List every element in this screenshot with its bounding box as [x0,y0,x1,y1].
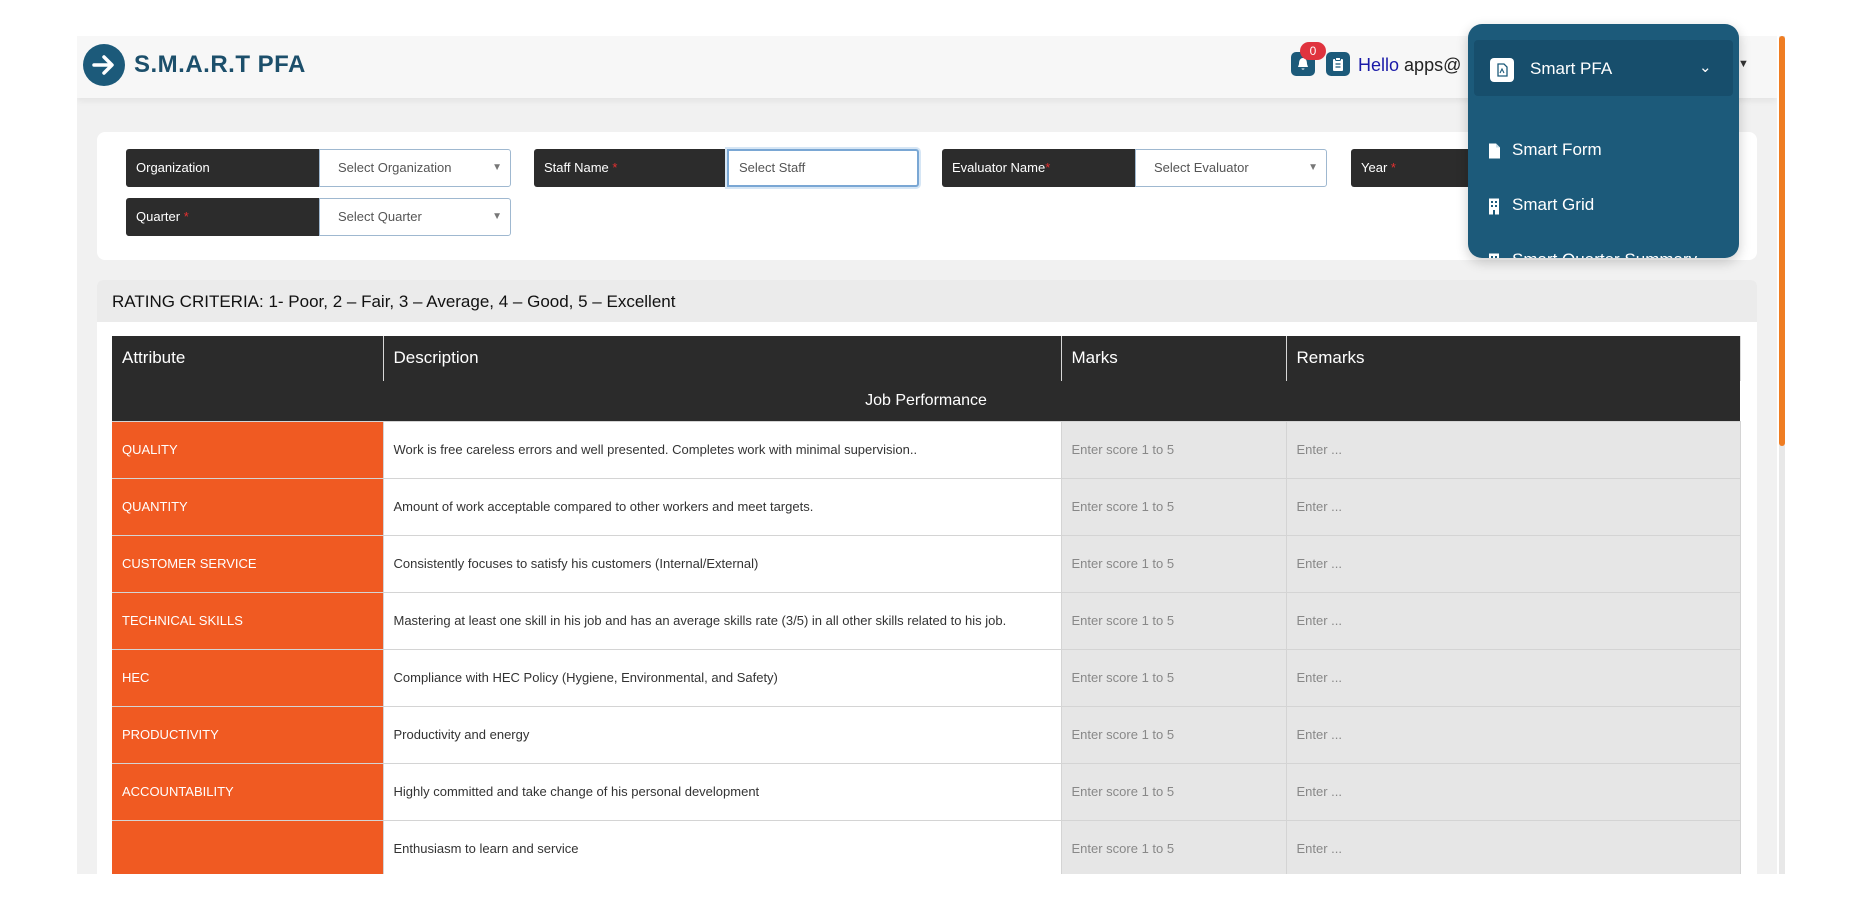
table-header-row: Attribute Description Marks Remarks [112,336,1741,381]
menu-header-label: Smart PFA [1530,59,1613,78]
scrollbar-thumb[interactable] [1779,36,1785,446]
remarks-input[interactable]: Enter ... [1286,592,1741,650]
description-cell: Compliance with HEC Policy (Hygiene, Env… [383,649,1062,707]
section-row: Job Performance [112,381,1740,422]
description-cell: Mastering at least one skill in his job … [383,592,1062,650]
evaluator-filter: Evaluator Name* Select Evaluator ▼ [942,149,1327,187]
table-row: HEC Compliance with HEC Policy (Hygiene,… [112,649,1741,707]
evaluator-select[interactable]: Select Evaluator ▼ [1135,149,1327,187]
table-row: TECHNICAL SKILLS Mastering at least one … [112,592,1741,650]
marks-input[interactable]: Enter score 1 to 5 [1061,535,1287,593]
attribute-cell: PRODUCTIVITY [112,706,384,764]
remarks-input[interactable]: Enter ... [1286,421,1741,479]
attribute-cell: HEC [112,649,384,707]
rating-header: RATING CRITERIA: 1- Poor, 2 – Fair, 3 – … [97,280,1757,322]
marks-input[interactable]: Enter score 1 to 5 [1061,421,1287,479]
table-row: QUANTITY Amount of work acceptable compa… [112,478,1741,536]
quarter-select[interactable]: Select Quarter ▼ [319,198,511,236]
marks-input[interactable]: Enter score 1 to 5 [1061,649,1287,707]
column-header-marks: Marks [1061,336,1287,381]
evaluator-label: Evaluator Name* [942,149,1135,187]
staff-input[interactable]: Select Staff [727,149,919,187]
description-cell: Highly committed and take change of his … [383,763,1062,821]
attribute-cell: QUANTITY [112,478,384,536]
column-header-description: Description [383,336,1062,381]
clipboard-icon [1333,57,1343,71]
menu-header-smart-pfa[interactable]: Smart PFA ⌄ [1474,40,1733,96]
description-cell: Work is free careless errors and well pr… [383,421,1062,479]
chevron-down-icon: ⌄ [1699,59,1712,76]
column-header-attribute: Attribute [112,336,384,381]
remarks-input[interactable]: Enter ... [1286,706,1741,764]
description-cell: Enthusiasm to learn and service [383,820,1062,874]
table-row: ACCOUNTABILITY Highly committed and take… [112,763,1741,821]
organization-filter: Organization Select Organization ▼ [126,149,511,187]
attribute-cell [112,820,384,874]
document-icon [1489,143,1500,159]
remarks-input[interactable]: Enter ... [1286,763,1741,821]
rating-card: RATING CRITERIA: 1- Poor, 2 – Fair, 3 – … [97,280,1757,874]
brand-title: S.M.A.R.T PFA [134,51,306,78]
description-cell: Productivity and energy [383,706,1062,764]
marks-input[interactable]: Enter score 1 to 5 [1061,478,1287,536]
attribute-cell: QUALITY [112,421,384,479]
description-cell: Amount of work acceptable compared to ot… [383,478,1062,536]
remarks-input[interactable]: Enter ... [1286,649,1741,707]
building-icon [1489,198,1499,215]
quarter-filter: Quarter * Select Quarter ▼ [126,198,511,236]
notification-badge: 0 [1300,42,1326,60]
attribute-cell: ACCOUNTABILITY [112,763,384,821]
column-header-remarks: Remarks [1286,336,1741,381]
table-row: QUALITY Work is free careless errors and… [112,421,1741,479]
staff-label: Staff Name * [534,149,727,187]
building-icon [1489,253,1499,258]
marks-input[interactable]: Enter score 1 to 5 [1061,763,1287,821]
caret-down-icon: ▼ [1308,162,1318,173]
table-row: Enthusiasm to learn and service Enter sc… [112,820,1741,874]
remarks-input[interactable]: Enter ... [1286,478,1741,536]
user-greeting[interactable]: Hello apps@ [1358,55,1461,76]
marks-input[interactable]: Enter score 1 to 5 [1061,592,1287,650]
table-row: PRODUCTIVITY Productivity and energy Ent… [112,706,1741,764]
pdf-icon [1490,58,1514,82]
description-cell: Consistently focuses to satisfy his cust… [383,535,1062,593]
rating-criteria-title: RATING CRITERIA: 1- Poor, 2 – Fair, 3 – … [112,292,676,311]
marks-input[interactable]: Enter score 1 to 5 [1061,706,1287,764]
rating-table: Attribute Description Marks Remarks Job … [112,336,1741,874]
app-menu-dropdown: Smart PFA ⌄ Smart Form Smart Grid Smart … [1468,24,1739,258]
caret-down-icon: ▼ [492,162,502,173]
remarks-input[interactable]: Enter ... [1286,820,1741,874]
attribute-cell: CUSTOMER SERVICE [112,535,384,593]
clipboard-button[interactable] [1326,52,1350,76]
marks-input[interactable]: Enter score 1 to 5 [1061,820,1287,874]
caret-down-icon: ▼ [492,211,502,222]
organization-label: Organization [126,149,319,187]
attribute-cell: TECHNICAL SKILLS [112,592,384,650]
quarter-label: Quarter * [126,198,319,236]
user-caret-icon[interactable]: ▼ [1738,58,1749,70]
remarks-input[interactable]: Enter ... [1286,535,1741,593]
section-title: Job Performance [112,381,1740,422]
logo-arrow-icon[interactable] [83,44,125,86]
table-row: CUSTOMER SERVICE Consistently focuses to… [112,535,1741,593]
staff-filter: Staff Name * Select Staff [534,149,919,187]
organization-select[interactable]: Select Organization ▼ [319,149,511,187]
